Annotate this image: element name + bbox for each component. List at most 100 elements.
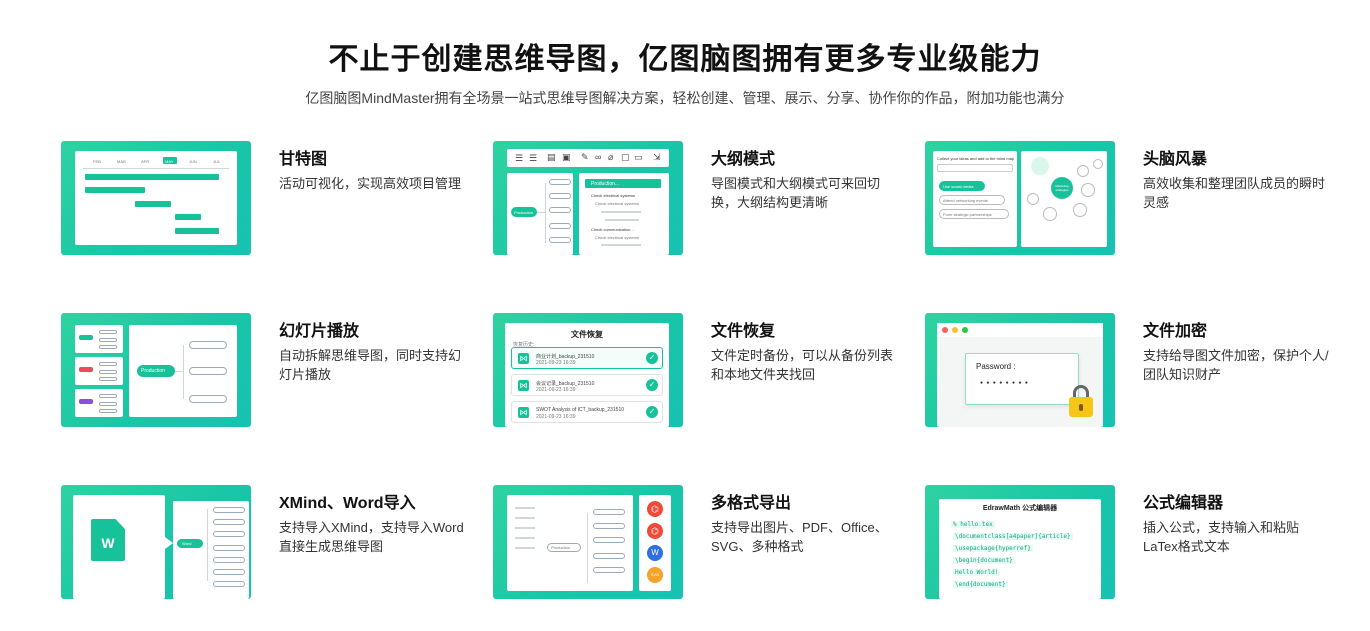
slide-node-red [79, 367, 93, 372]
connector [545, 183, 546, 243]
feature-card-file-encryption[interactable]: Password : ● ● ● ● ● ● ● ● 文件加密 支持给导图文件加… [925, 313, 1345, 429]
import-arrow-icon [165, 537, 173, 549]
gantt-month-label: JUL [213, 159, 221, 164]
password-label: Password : [976, 362, 1016, 371]
recovery-file-row[interactable]: ⋈ 商业计划_backup_231510 2021-09-23 16:39 ✓ [511, 347, 663, 369]
math-editor-window: EdrawMath 公式编辑器 % hello.tex \documentcla… [939, 499, 1101, 599]
connector [587, 513, 588, 583]
feature-description: 支持导入XMind，支持导入Word直接生成思维导图 [279, 520, 464, 554]
latex-line: \usepackage{hyperref} [953, 545, 1033, 552]
outline-thumbnail: ☰ ☰ ▤ ▣ ✎ ∞ ⌀ ▢ ▭ ⇲ Production Productio… [493, 141, 683, 255]
close-dot-icon [942, 327, 948, 333]
page-subtitle: 亿图脑图MindMaster拥有全场景一站式思维导图解决方案，轻松创建、管理、展… [305, 90, 1065, 106]
file-recovery-thumbnail: 文件恢复 恢复历史: ⋈ 商业计划_backup_231510 2021-09-… [493, 313, 683, 427]
import-branch [213, 519, 245, 525]
slide-branch [99, 402, 117, 406]
pdf-icon[interactable]: ⌬ [647, 523, 663, 539]
mindmaster-file-icon: ⋈ [518, 380, 529, 391]
feature-card-slideshow[interactable]: Production 幻灯片播放 自动拆解思维导图，同时支持幻灯片播放 [61, 313, 481, 429]
import-source-panel: W [73, 495, 165, 599]
recovery-file-time: 2021-09-23 16:39 [536, 387, 576, 393]
connector [207, 509, 208, 581]
text-icon: ▤ [547, 152, 556, 162]
feature-card-brainstorm[interactable]: Collect your ideas and add to the mind m… [925, 141, 1345, 257]
outline-item: Check communication... [591, 227, 634, 232]
page-title: 不止于创建思维导图，亿图脑图拥有更多专业级能力 [328, 43, 1042, 76]
export-thumbnail: Production ⌬ ⌬ W SVG [493, 485, 683, 599]
check-icon: ✓ [646, 406, 658, 418]
word-file-icon: W [91, 519, 125, 561]
outline-placeholder-line [605, 219, 639, 221]
list-placeholder [515, 527, 535, 529]
slide-branch [189, 395, 227, 403]
slide-node-green [79, 335, 93, 340]
brainstorm-center-label: Marketing strategies [1055, 184, 1069, 192]
outline-branch-node [549, 193, 571, 199]
feature-card-gantt[interactable]: FEB MAR APR MAY JUN JUL 甘特图 活动可视化，实现高效项目… [61, 141, 481, 257]
latex-line: \end{document} [953, 581, 1008, 588]
recovery-file-time: 2021-09-23 16:39 [536, 360, 576, 366]
outline-text-panel: Production... Check electrical systems C… [579, 173, 669, 255]
check-icon: ✓ [646, 352, 658, 364]
gantt-month-label: FEB [93, 159, 101, 164]
slide-branch [189, 367, 227, 375]
import-branch [213, 531, 245, 537]
pdf-icon[interactable]: ⌬ [647, 501, 663, 517]
link-icon: ∞ [595, 152, 602, 162]
brainstorm-thumbnail: Collect your ideas and add to the mind m… [925, 141, 1115, 255]
brainstorm-idea-bubble [1093, 159, 1103, 169]
slide-root-label: Production [141, 368, 165, 374]
feature-description: 支持导出图片、PDF、Office、SVG、多种格式 [711, 520, 888, 554]
word-file-letter: W [101, 535, 115, 551]
slide-main-view: Production [129, 325, 237, 417]
outline-item: Production... [591, 181, 620, 187]
import-branch [213, 581, 245, 587]
slide-branch [189, 341, 227, 349]
latex-line: Hello World! [953, 569, 1001, 576]
brainstorm-prompt: Collect your ideas and add to the mind m… [937, 156, 1015, 161]
connector [537, 212, 545, 213]
export-format-panel: ⌬ ⌬ W SVG [639, 495, 671, 591]
feature-card-file-recovery[interactable]: 文件恢复 恢复历史: ⋈ 商业计划_backup_231510 2021-09-… [493, 313, 913, 429]
outline-placeholder-line [601, 211, 641, 213]
encryption-window: Password : ● ● ● ● ● ● ● ● [937, 323, 1103, 427]
feature-description: 自动拆解思维导图，同时支持幻灯片播放 [279, 348, 462, 382]
feature-title: 头脑风暴 [1143, 151, 1208, 168]
outline-branch-node [549, 179, 571, 185]
note-icon: ▢ [621, 152, 630, 162]
feature-card-formula-editor[interactable]: EdrawMath 公式编辑器 % hello.tex \documentcla… [925, 485, 1345, 601]
latex-line: % hello.tex [951, 521, 995, 528]
svg-icon[interactable]: SVG [647, 567, 663, 583]
word-icon[interactable]: W [647, 545, 663, 561]
window-titlebar [937, 323, 1103, 337]
slide-branch [99, 338, 117, 342]
brainstorm-input[interactable] [937, 164, 1013, 172]
feature-card-import[interactable]: W Word XMind、Word导入 支持导入XMind，支持导入Word直接… [61, 485, 481, 601]
password-field[interactable]: ● ● ● ● ● ● ● ● [980, 380, 1029, 386]
brainstorm-idea-bubble [1077, 165, 1089, 177]
slide-branch [99, 409, 117, 413]
export-branch [593, 509, 625, 515]
check-icon: ✓ [646, 379, 658, 391]
svg-icon-label: SVG [650, 572, 660, 577]
outline-branch-node [549, 207, 571, 213]
import-branch [213, 557, 245, 563]
slide-branch [99, 330, 117, 334]
gantt-task-bar [175, 228, 219, 234]
outline-map-panel: Production [507, 173, 573, 255]
outline-branch-node [549, 223, 571, 229]
gantt-thumbnail: FEB MAR APR MAY JUN JUL [61, 141, 251, 255]
brainstorm-ideas-panel: Collect your ideas and add to the mind m… [933, 151, 1017, 247]
recovery-file-name: SWOT Analysis of ICT_backup_231510 [536, 407, 625, 413]
outline-item: Check electrical systems [595, 201, 640, 206]
gantt-month-label: JUN [189, 159, 197, 164]
gantt-task-bar [135, 201, 171, 207]
recovery-file-time: 2021-09-23 16:39 [536, 414, 576, 420]
feature-card-export[interactable]: Production ⌬ ⌬ W SVG 多格式导出 支持导出图片、PDF、Of… [493, 485, 913, 601]
feature-card-outline[interactable]: ☰ ☰ ▤ ▣ ✎ ∞ ⌀ ▢ ▭ ⇲ Production Productio… [493, 141, 913, 257]
attach-icon: ⌀ [608, 152, 614, 162]
outline-item: Check electrical systems [591, 193, 636, 198]
recovery-file-row[interactable]: ⋈ SWOT Analysis of ICT_backup_231510 202… [511, 401, 663, 423]
feature-title: XMind、Word导入 [279, 495, 416, 512]
recovery-file-row[interactable]: ⋈ 会议记录_backup_231510 2021-09-23 16:39 ✓ [511, 374, 663, 396]
